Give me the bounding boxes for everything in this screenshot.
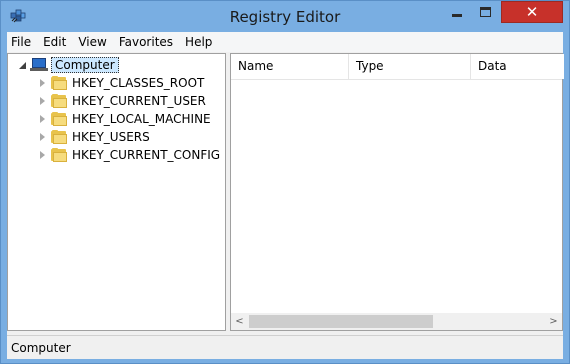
tree-item-hkey-users[interactable]: HKEY_USERS: [40, 128, 150, 146]
menu-bar: File Edit View Favorites Help: [7, 32, 563, 52]
maximize-button[interactable]: [472, 1, 499, 23]
expand-arrow-icon[interactable]: [40, 133, 45, 141]
minimize-icon: [451, 13, 462, 17]
computer-icon: [30, 58, 48, 72]
title-bar[interactable]: Registry Editor ✕: [1, 1, 569, 32]
values-list-pane[interactable]: Name Type Data < >: [230, 53, 564, 331]
folder-icon: [51, 148, 67, 162]
close-button[interactable]: ✕: [501, 1, 563, 23]
column-header-type[interactable]: Type: [349, 54, 471, 79]
scroll-thumb[interactable]: [249, 315, 433, 328]
tree-item-computer[interactable]: Computer: [18, 56, 119, 74]
minimize-button[interactable]: [442, 1, 471, 23]
tree-item-label: HKEY_USERS: [72, 130, 150, 144]
menu-edit[interactable]: Edit: [37, 32, 72, 52]
folder-icon: [51, 130, 67, 144]
expand-arrow-icon[interactable]: [40, 79, 45, 87]
tree-item-label: HKEY_CLASSES_ROOT: [72, 76, 205, 90]
tree-pane[interactable]: Computer HKEY_CLASSES_ROOT HKEY_CURRENT_…: [7, 53, 226, 331]
tree-item-label: Computer: [51, 57, 119, 73]
tree-item-label: HKEY_CURRENT_USER: [72, 94, 206, 108]
column-header-data[interactable]: Data: [471, 54, 564, 79]
status-bar: Computer: [7, 335, 563, 359]
menu-favorites[interactable]: Favorites: [113, 32, 179, 52]
tree-item-label: HKEY_LOCAL_MACHINE: [72, 112, 211, 126]
client-area: File Edit View Favorites Help Computer H…: [7, 32, 564, 359]
tree-item-hkey-local-machine[interactable]: HKEY_LOCAL_MACHINE: [40, 110, 211, 128]
tree-item-hkey-current-user[interactable]: HKEY_CURRENT_USER: [40, 92, 206, 110]
scroll-left-icon[interactable]: <: [231, 313, 248, 330]
expand-arrow-icon[interactable]: [40, 115, 45, 123]
tree-item-hkey-current-config[interactable]: HKEY_CURRENT_CONFIG: [40, 146, 220, 164]
status-path: Computer: [11, 341, 71, 355]
header-divider: [231, 79, 562, 80]
collapse-arrow-icon[interactable]: [18, 61, 27, 70]
registry-editor-window: Registry Editor ✕ File Edit View Favorit…: [0, 0, 570, 364]
menu-help[interactable]: Help: [179, 32, 218, 52]
column-header-name[interactable]: Name: [231, 54, 349, 79]
tree-item-hkey-classes-root[interactable]: HKEY_CLASSES_ROOT: [40, 74, 204, 92]
menu-file[interactable]: File: [7, 32, 37, 52]
expand-arrow-icon[interactable]: [40, 97, 45, 105]
folder-icon: [51, 112, 67, 126]
folder-icon: [51, 94, 67, 108]
scroll-right-icon[interactable]: >: [545, 313, 562, 330]
maximize-icon: [480, 7, 491, 17]
folder-icon: [51, 76, 67, 90]
close-icon: ✕: [525, 2, 539, 21]
expand-arrow-icon[interactable]: [40, 151, 45, 159]
menu-view[interactable]: View: [72, 32, 112, 52]
tree-item-label: HKEY_CURRENT_CONFIG: [72, 148, 221, 162]
horizontal-scrollbar[interactable]: < >: [231, 313, 562, 330]
